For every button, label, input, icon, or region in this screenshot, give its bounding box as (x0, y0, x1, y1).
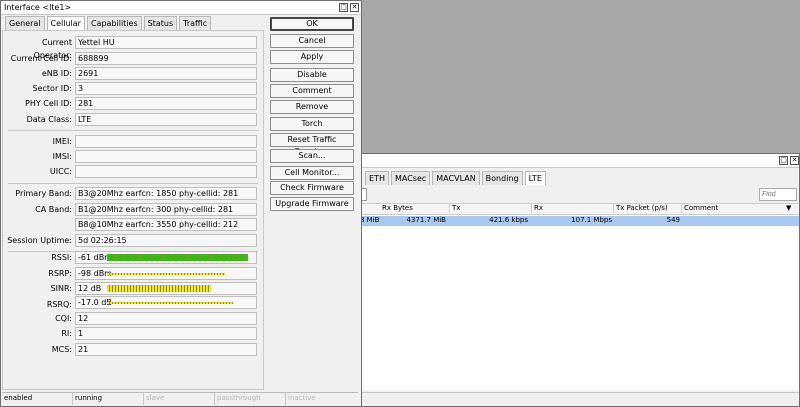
separator (8, 183, 258, 184)
cell-rx-bytes: 4371.7 MiB (406, 216, 446, 224)
tab-macvlan[interactable]: MACVLAN (432, 171, 480, 185)
cancel-button[interactable]: Cancel (270, 34, 354, 48)
sinr-bar (107, 285, 211, 292)
status-passthrough: passthrough (215, 393, 286, 405)
enb-id-label: eNB ID: (41, 69, 72, 78)
cell-tx-packet: 549 (666, 216, 680, 224)
mcs-field: 21 (75, 343, 257, 356)
separator (8, 130, 258, 131)
list-table (343, 204, 799, 390)
ca-band-field-2: B8@10Mhz earfcn: 3550 phy-cellid: 212 (75, 218, 257, 231)
enb-id-field: 2691 (75, 67, 257, 80)
sector-id-field: 3 (75, 82, 257, 95)
session-uptime-field: 5d 02:26:15 (75, 234, 257, 247)
tab-general[interactable]: General (5, 16, 45, 30)
sinr-label: SINR: (50, 284, 72, 293)
column-comment[interactable]: Comment (682, 203, 752, 213)
find-input[interactable] (759, 188, 797, 201)
status-slave: slave (144, 393, 215, 405)
phy-cell-id-field: 281 (75, 97, 257, 110)
primary-band-label: Primary Band: (15, 189, 72, 198)
current-cell-id-label: Current Cell ID: (10, 54, 72, 63)
uicc-field (75, 165, 257, 178)
dialog-titlebar: Interface <lte1> ▢ ✕ (1, 1, 361, 15)
ri-label: RI: (61, 329, 72, 338)
tab-lte[interactable]: LTE (524, 171, 546, 185)
phy-cell-id-label: PHY Cell ID: (25, 99, 72, 108)
ok-button[interactable]: OK (270, 17, 354, 31)
window-title: Interface <lte1> (4, 3, 72, 12)
column-rx[interactable]: Rx (532, 203, 614, 213)
ca-band-field: B1@20Mhz earfcn: 300 phy-cellid: 281 (75, 203, 257, 216)
tab-bonding[interactable]: Bonding (481, 171, 523, 185)
interface-list-titlebar: ▢ ✕ (343, 154, 799, 168)
mcs-label: MCS: (51, 345, 72, 354)
ca-band-label: CA Band: (35, 205, 72, 214)
data-class-field: LTE (75, 113, 257, 126)
upgrade-firmware-button[interactable]: Upgrade Firmware (270, 197, 354, 211)
restore-icon[interactable]: ▢ (779, 156, 788, 165)
check-firmware-button[interactable]: Check Firmware (270, 181, 354, 195)
restore-icon[interactable]: ▢ (339, 3, 348, 12)
remove-button[interactable]: Remove (270, 100, 354, 114)
imsi-label: IMSI: (52, 152, 72, 161)
session-uptime-label: Session Uptime: (7, 236, 72, 245)
cell-partial: 8 MiB (360, 216, 380, 224)
status-enabled: enabled (2, 393, 73, 405)
rsrp-label: RSRP: (48, 269, 72, 278)
status-bar: enabled running slave passthrough inacti… (2, 392, 358, 405)
rssi-bar (107, 254, 248, 261)
imei-label: IMEI: (52, 137, 72, 146)
tab-cellular[interactable]: Cellular (46, 16, 85, 30)
cell-monitor-button[interactable]: Cell Monitor... (270, 166, 354, 180)
cell-rx: 107.1 Mbps (571, 216, 612, 224)
tab-capabilities[interactable]: Capabilities (86, 16, 142, 30)
tab-traffic[interactable]: Traffic (179, 16, 212, 30)
imsi-field (75, 150, 257, 163)
disable-button[interactable]: Disable (270, 68, 354, 82)
interface-tabs: ETH MACsec MACVLAN Bonding LTE (365, 171, 548, 185)
tab-status[interactable]: Status (143, 16, 178, 30)
rsrq-bar (107, 302, 233, 304)
close-icon[interactable]: ✕ (790, 156, 799, 165)
dialog-tabs: General Cellular Capabilities Status Tra… (5, 16, 213, 30)
scan-button[interactable]: Scan... (270, 149, 354, 163)
sinr-value: 12 dB (78, 284, 102, 293)
status-inactive: inactive (288, 394, 316, 402)
cqi-field: 12 (75, 312, 257, 325)
torch-button[interactable]: Torch (270, 117, 354, 131)
tab-macsec[interactable]: MACsec (390, 171, 431, 185)
column-dropdown-icon[interactable]: ▼ (784, 203, 796, 213)
tab-eth[interactable]: ETH (365, 171, 389, 185)
reset-traffic-counters-button[interactable]: Reset Traffic Counters (270, 133, 354, 156)
cell-tx: 421.6 kbps (489, 216, 528, 224)
cqi-label: CQI: (55, 314, 72, 323)
uicc-label: UICC: (49, 167, 72, 176)
column-tx[interactable]: Tx (450, 203, 532, 213)
column-rx-bytes[interactable]: Rx Bytes (380, 203, 450, 213)
rsrp-bar (107, 273, 225, 275)
apply-button[interactable]: Apply (270, 50, 354, 64)
primary-band-field: B3@20Mhz earfcn: 1850 phy-cellid: 281 (75, 187, 257, 200)
status-running: running (73, 393, 144, 405)
data-class-label: Data Class: (26, 115, 72, 124)
status-strip (343, 392, 799, 406)
comment-button[interactable]: Comment (270, 84, 354, 98)
toolbar-area (343, 186, 799, 204)
close-icon[interactable]: ✕ (350, 3, 359, 12)
ri-field: 1 (75, 327, 257, 340)
sector-id-label: Sector ID: (32, 84, 72, 93)
current-operator-label: Current Operator: (33, 38, 72, 60)
current-cell-id-field: 688899 (75, 52, 257, 65)
column-tx-packet[interactable]: Tx Packet (p/s) (614, 203, 682, 213)
interface-list-window: ▢ ✕ ETH MACsec MACVLAN Bonding LTE (342, 153, 800, 407)
rsrq-label: RSRQ: (46, 300, 72, 309)
current-operator-field: Yettel HU (75, 36, 257, 49)
imei-field (75, 135, 257, 148)
rssi-label: RSSI: (51, 253, 72, 262)
